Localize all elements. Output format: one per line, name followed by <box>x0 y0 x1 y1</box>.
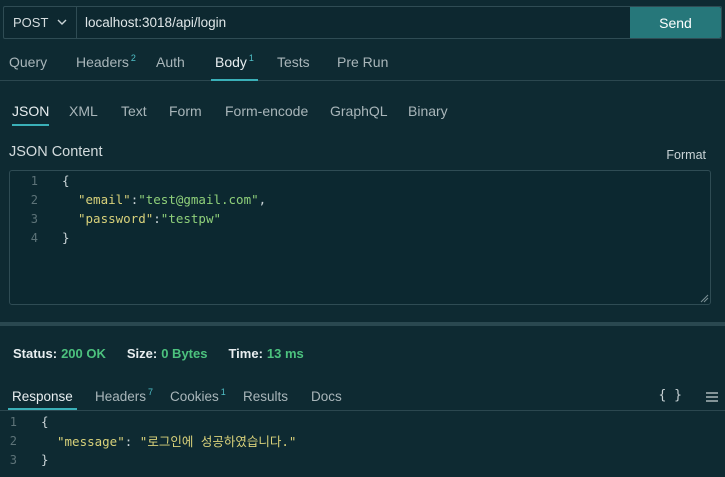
line-number: 1 <box>30 173 38 188</box>
panel-splitter[interactable] <box>0 322 725 326</box>
line-number: 3 <box>9 452 17 467</box>
resize-grip-icon[interactable] <box>699 293 709 303</box>
tab-tests[interactable]: Tests <box>277 44 310 80</box>
json-key: "password" <box>78 211 154 226</box>
tab-query-label: Query <box>9 54 48 70</box>
time-value: 13 ms <box>266 346 304 361</box>
method-label: POST <box>13 15 49 30</box>
response-body: 1 { 2 "message": "로그인에 성공하였습니다." 3 } <box>0 412 725 477</box>
json-key: "email" <box>78 192 131 207</box>
response-tabs-border <box>0 410 725 411</box>
method-select[interactable]: POST <box>4 7 77 38</box>
body-tab-json[interactable]: JSON <box>12 96 50 126</box>
json-value: "로그인에 성공하였습니다." <box>139 434 297 449</box>
response-tab-results[interactable]: Results <box>243 382 288 410</box>
body-tab-form-encode[interactable]: Form-encode <box>225 96 308 126</box>
body-tab-binary[interactable]: Binary <box>408 96 448 126</box>
code-line: 2 "message": "로그인에 성공하였습니다." <box>0 431 297 450</box>
tab-pre-run-label: Pre Run <box>337 54 389 70</box>
tab-tests-label: Tests <box>277 54 310 70</box>
code-text: "message": "로그인에 성공하였습니다." <box>57 434 297 449</box>
tab-pre-run[interactable]: Pre Run <box>337 44 388 80</box>
line-number: 4 <box>30 230 38 245</box>
menu-icon[interactable] <box>705 390 719 404</box>
size-label: Size: <box>126 346 158 361</box>
json-content-label: JSON Content <box>9 144 103 160</box>
response-tab-badge: 1 <box>220 387 226 397</box>
send-button[interactable]: Send <box>630 7 721 38</box>
json-trail: , <box>258 192 267 207</box>
status-value: 200 OK <box>61 346 106 361</box>
tab-body-badge: 1 <box>248 53 254 63</box>
body-tab-graphql[interactable]: GraphQL <box>330 96 388 126</box>
chevron-down-icon <box>57 19 67 25</box>
tab-headers-badge: 2 <box>130 53 136 63</box>
response-tab-cookies[interactable]: Cookies 1 <box>170 382 226 410</box>
body-tab-xml[interactable]: XML <box>69 96 98 126</box>
size-value: 0 Bytes <box>161 346 208 361</box>
format-button[interactable]: Format <box>666 148 706 162</box>
code-text: { <box>41 414 49 429</box>
code-text: { <box>62 173 70 188</box>
line-number: 3 <box>30 211 38 226</box>
json-value: "testpw" <box>160 211 222 226</box>
code-line: 3 } <box>0 450 49 469</box>
status-label: Status: <box>13 346 58 361</box>
request-url-bar: POST localhost:3018/api/login Send <box>3 6 722 39</box>
json-editor[interactable]: 1 { 2 "email":"test@gmail.com", 3 "passw… <box>9 170 711 305</box>
response-tab-label: Response <box>12 388 73 404</box>
body-tab-form[interactable]: Form <box>169 96 202 126</box>
code-line: 1 { <box>10 171 70 190</box>
code-text: "email":"test@gmail.com", <box>78 192 267 207</box>
json-key: "message" <box>57 434 125 449</box>
line-number: 2 <box>9 433 17 448</box>
code-line: 2 "email":"test@gmail.com", <box>10 190 266 209</box>
response-tab-label: Cookies <box>170 388 219 404</box>
code-line: 3 "password":"testpw" <box>10 209 221 228</box>
tab-auth[interactable]: Auth <box>156 44 185 80</box>
tab-body[interactable]: Body 1 <box>211 44 258 81</box>
request-tabs: Query Headers 2 Auth Body 1 Tests Pre Run <box>0 44 725 81</box>
response-tab-label: Results <box>243 388 289 404</box>
line-number: 1 <box>9 414 17 429</box>
tab-body-label: Body <box>215 54 247 70</box>
code-text: "password":"testpw" <box>78 211 222 226</box>
tab-headers-label: Headers <box>76 54 129 70</box>
code-text: } <box>62 230 70 245</box>
code-line: 4 } <box>10 228 70 247</box>
json-value: "test@gmail.com" <box>138 192 259 207</box>
response-tab-headers[interactable]: Headers 7 <box>95 382 153 410</box>
response-tab-label: Headers <box>95 388 147 404</box>
tab-headers[interactable]: Headers 2 <box>76 44 136 80</box>
response-tab-label: Docs <box>311 388 342 404</box>
code-text: } <box>41 452 49 467</box>
response-tab-response[interactable]: Response <box>8 382 77 410</box>
braces-icon[interactable]: { } <box>659 388 682 403</box>
url-input[interactable]: localhost:3018/api/login <box>77 7 630 38</box>
tab-query[interactable]: Query <box>9 44 47 80</box>
code-line: 1 { <box>0 412 49 431</box>
response-tab-badge: 7 <box>148 387 154 397</box>
time-label: Time: <box>228 346 263 361</box>
tab-auth-label: Auth <box>156 54 185 70</box>
line-number: 2 <box>30 192 38 207</box>
response-status-bar: Status: 200 OK Size: 0 Bytes Time: 13 ms <box>13 346 325 361</box>
response-tab-docs[interactable]: Docs <box>311 382 342 410</box>
body-tab-text[interactable]: Text <box>121 96 147 126</box>
